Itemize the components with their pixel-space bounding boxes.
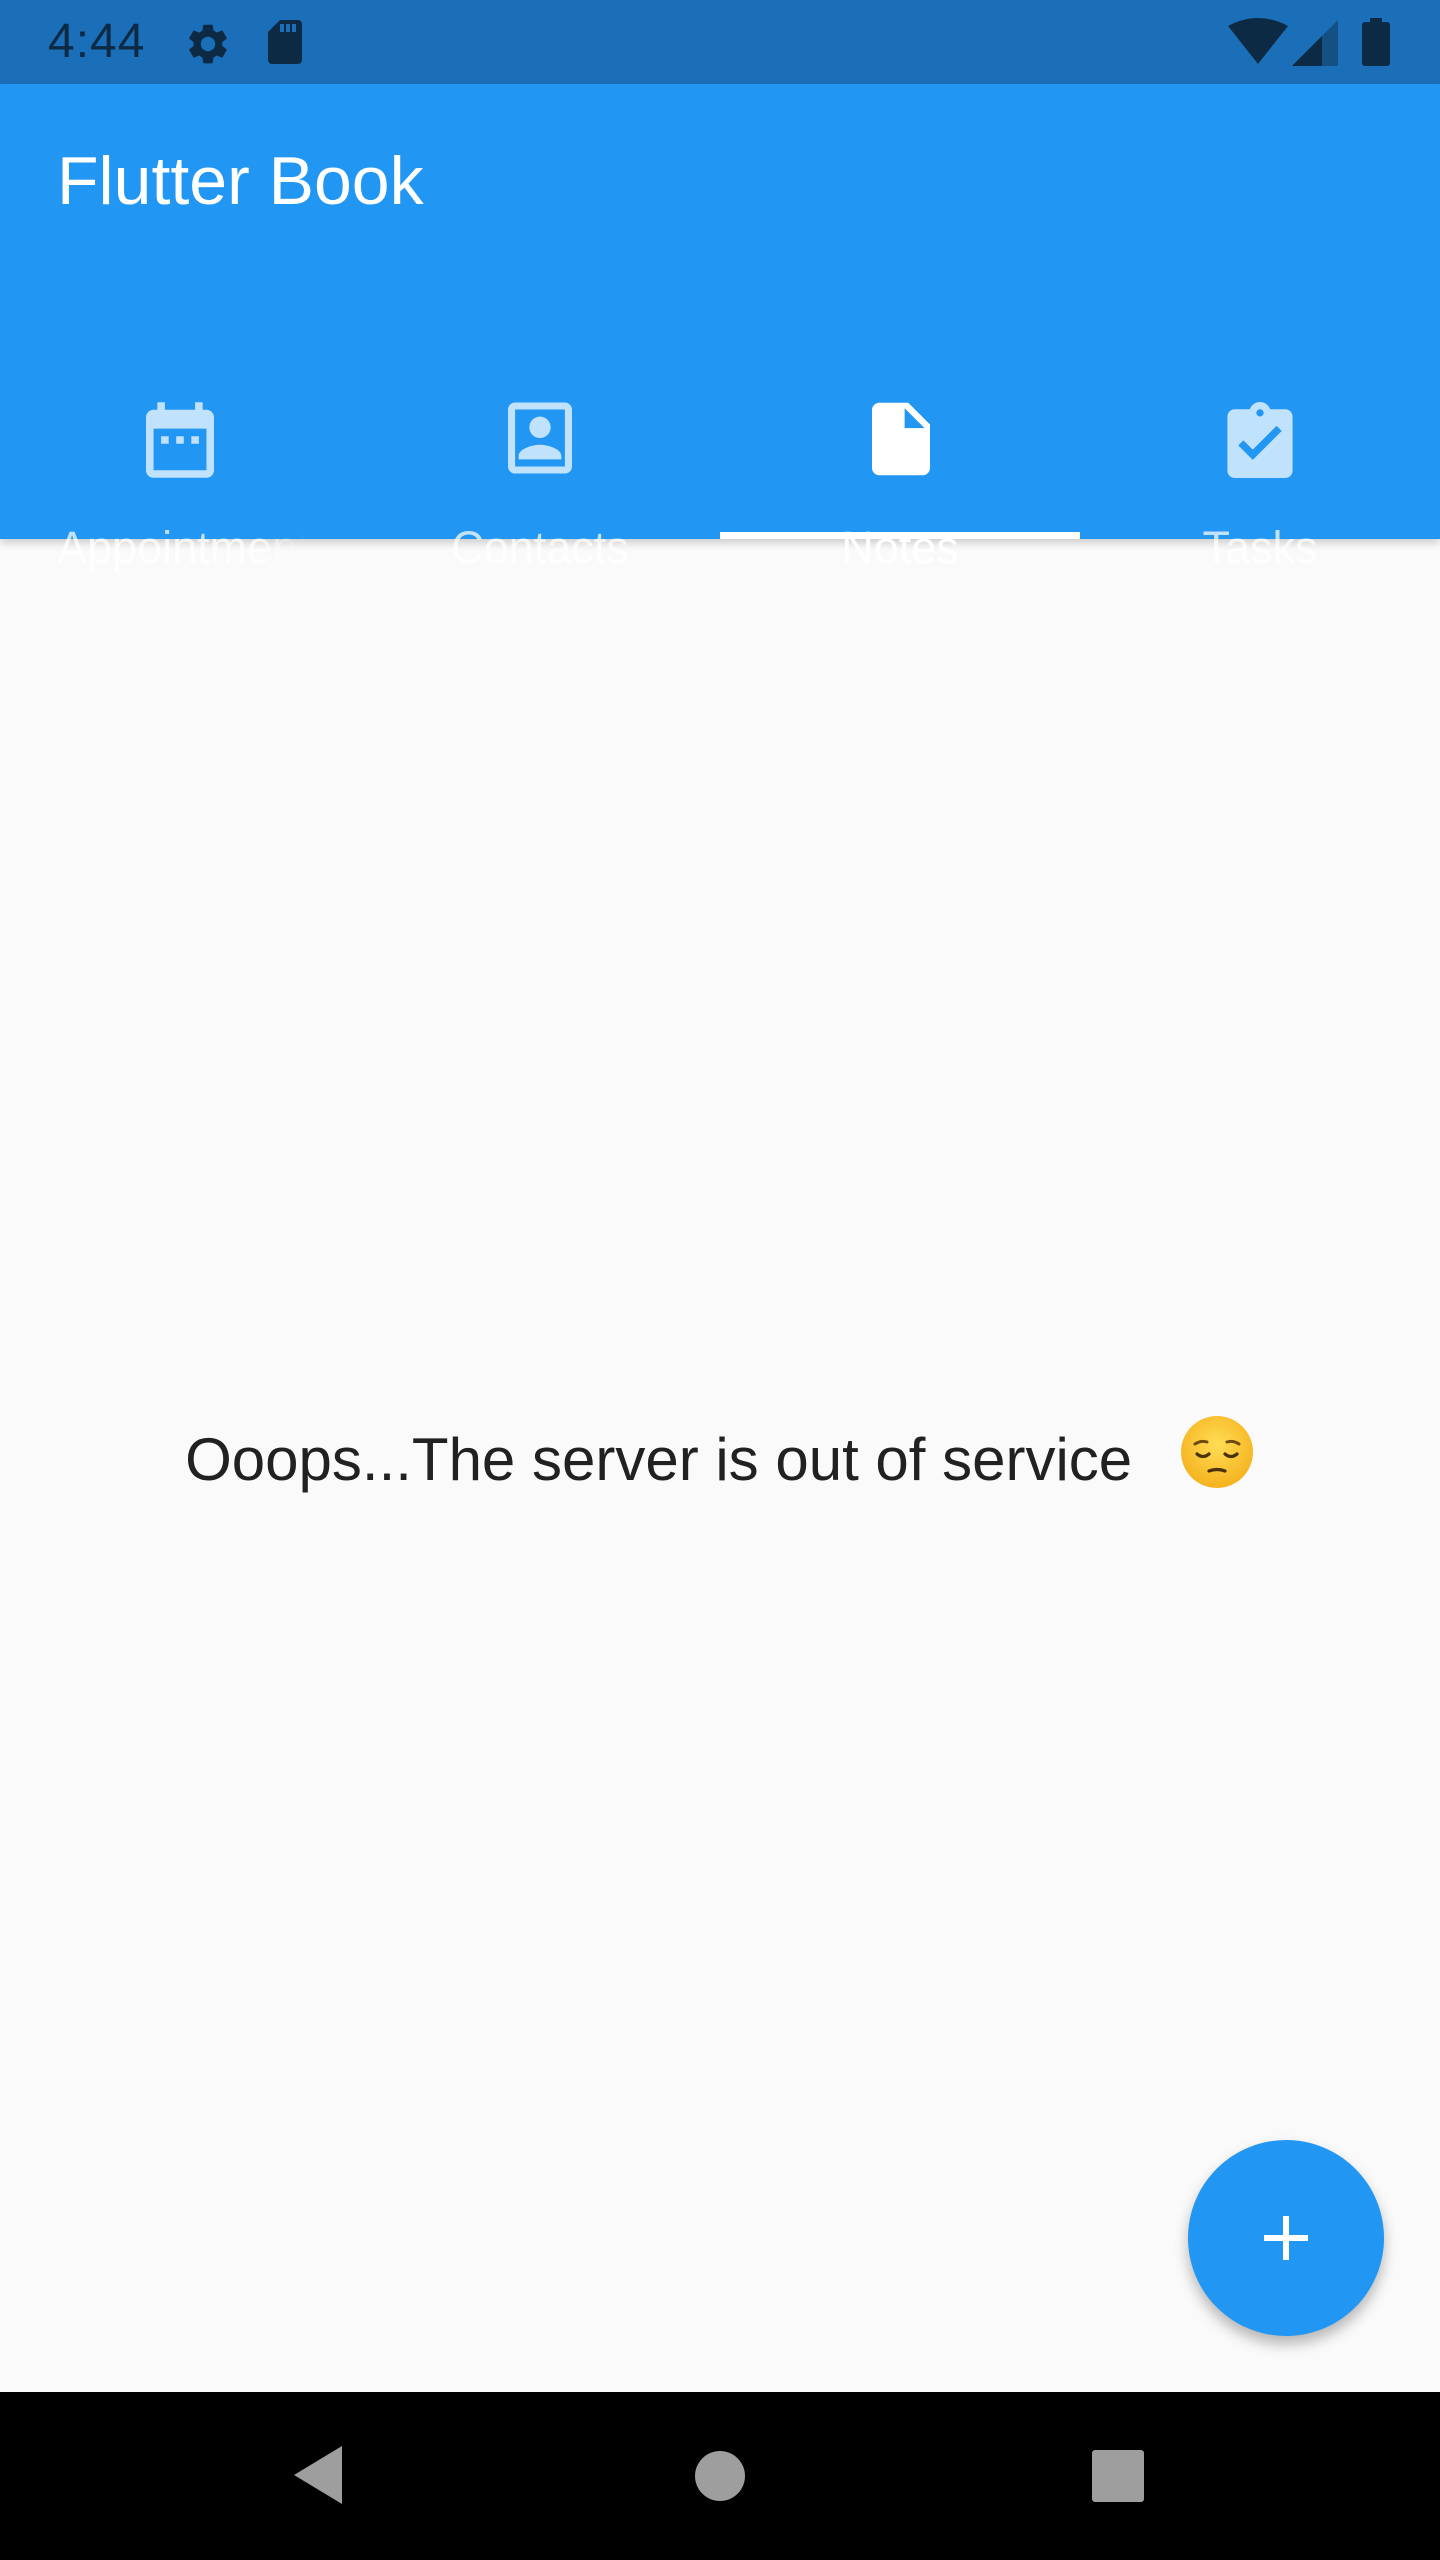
tab-label-appointments: Appointments [57, 522, 305, 573]
pensive-face-emoji [1179, 1414, 1255, 1504]
plus-icon [1264, 2216, 1308, 2260]
error-message-text: Ooops...The server is out of service [185, 1425, 1133, 1493]
status-time: 4:44 [48, 15, 146, 68]
battery-icon [1362, 18, 1390, 71]
cellular-signal-icon [1292, 20, 1338, 71]
tab-bar: Appointments Contacts Notes Tasks [0, 310, 1440, 573]
app-bar: Flutter Book Appointments Contacts Notes… [0, 84, 1440, 573]
tab-contacts[interactable]: Contacts [360, 310, 720, 573]
tab-label-contacts: Contacts [451, 522, 629, 573]
tab-label-tasks: Tasks [1202, 522, 1318, 573]
calendar-icon [0, 402, 360, 478]
home-button[interactable] [636, 2392, 804, 2560]
back-button[interactable] [234, 2392, 402, 2560]
tab-label-notes: Notes [841, 522, 959, 573]
add-note-button[interactable] [1188, 2140, 1384, 2336]
recents-icon [1092, 2450, 1144, 2502]
contact-card-icon [360, 402, 720, 478]
settings-icon [184, 20, 232, 73]
tab-indicator [720, 532, 1080, 539]
clipboard-check-icon [1080, 402, 1440, 478]
screen: 4:44 Flutter Book Appointments Contacts … [0, 0, 1440, 2560]
recents-button[interactable] [1034, 2392, 1202, 2560]
note-icon [720, 402, 1080, 478]
error-message: Ooops...The server is out of service [0, 1416, 1440, 1504]
tab-appointments[interactable]: Appointments [0, 310, 360, 573]
status-bar: 4:44 [0, 0, 1440, 84]
home-icon [695, 2451, 745, 2501]
app-title: Flutter Book [57, 143, 424, 219]
tab-notes[interactable]: Notes [720, 310, 1080, 573]
navigation-bar [0, 2392, 1440, 2560]
wifi-icon [1228, 18, 1288, 71]
tab-tasks[interactable]: Tasks [1080, 310, 1440, 573]
back-icon [294, 2446, 342, 2504]
sd-card-icon [266, 18, 306, 71]
